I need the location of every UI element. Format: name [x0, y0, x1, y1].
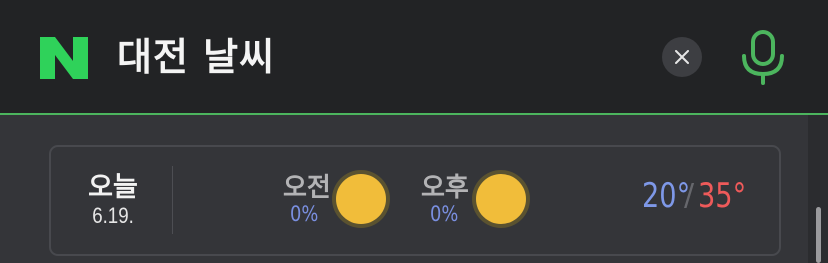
temp-separator: / [684, 178, 695, 213]
temp-low: 20° [642, 176, 691, 216]
morning-label: 오전 [283, 173, 331, 203]
search-header: 대전 날씨 [0, 0, 828, 115]
clear-button[interactable] [662, 37, 702, 77]
afternoon-rain-chance: 0% [430, 202, 459, 226]
morning-rain-chance: 0% [290, 202, 319, 226]
sun-icon [476, 174, 526, 224]
day-label: 오늘 [88, 172, 138, 203]
divider [172, 166, 173, 234]
close-icon [675, 50, 689, 64]
naver-logo-icon[interactable] [40, 37, 88, 79]
search-query[interactable]: 대전 날씨 [117, 32, 275, 82]
scrollbar-thumb[interactable] [816, 207, 821, 263]
sun-icon [336, 174, 386, 224]
day-date: 6.19. [92, 203, 134, 228]
temp-high: 35° [698, 176, 747, 216]
afternoon-label: 오후 [421, 173, 469, 203]
voice-search-button[interactable] [738, 30, 788, 86]
microphone-icon [742, 30, 784, 85]
